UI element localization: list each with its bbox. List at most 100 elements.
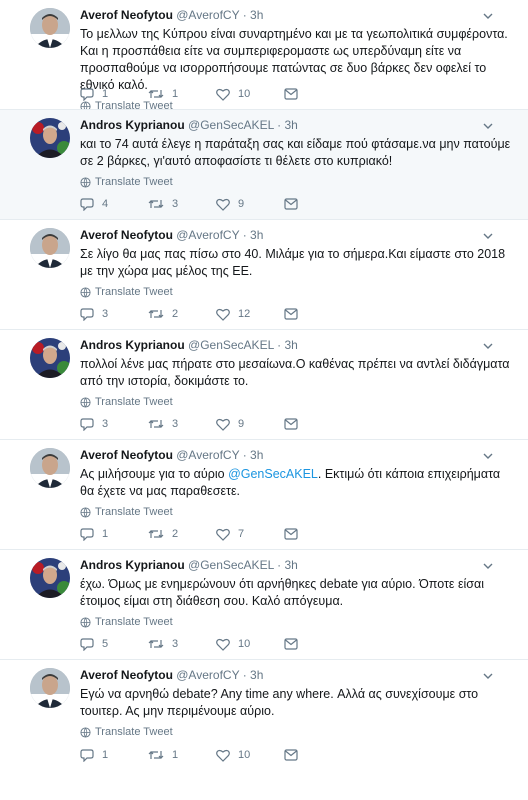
chevron-down-icon[interactable] [482, 670, 494, 682]
tweet[interactable]: Averof Neofytou @AverofCY · 3h Ας μιλήσο… [0, 440, 528, 550]
translate-label: Translate Tweet [95, 176, 173, 188]
translate-tweet-link[interactable]: Translate Tweet [80, 286, 516, 298]
direct-message-button[interactable] [284, 198, 352, 210]
separator-dot: · [277, 338, 282, 352]
reply-button[interactable]: 3 [80, 417, 148, 431]
author-handle[interactable]: @AverofCY [176, 8, 239, 22]
like-button[interactable]: 10 [216, 88, 284, 101]
tweet[interactable]: Averof Neofytou @AverofCY · 3h Το μελλων… [0, 0, 528, 110]
author-name[interactable]: Andros Kyprianou [80, 558, 185, 572]
reply-button[interactable]: 3 [80, 307, 148, 321]
tweet[interactable]: Averof Neofytou @AverofCY · 3h Σε λίγο θ… [0, 220, 528, 330]
author-handle[interactable]: @AverofCY [176, 448, 239, 462]
like-button[interactable]: 10 [216, 638, 284, 651]
tweet[interactable]: Averof Neofytou @AverofCY · 3h Εγώ να αρ… [0, 660, 528, 770]
tweet-text-part: Εγώ να αρνηθώ debate? Any time any where… [80, 687, 479, 718]
direct-message-button[interactable] [284, 528, 352, 540]
chevron-down-icon[interactable] [482, 560, 494, 572]
chevron-down-icon[interactable] [482, 120, 494, 132]
direct-message-button[interactable] [284, 749, 352, 761]
direct-message-button[interactable] [284, 418, 352, 430]
avatar[interactable] [30, 8, 70, 48]
tweet-text-part: Το μελλων της Κύπρου είναι συναρτημένο κ… [80, 27, 508, 92]
retweet-button[interactable]: 3 [148, 637, 216, 651]
translate-tweet-link[interactable]: Translate Tweet [80, 396, 516, 408]
direct-message-button[interactable] [284, 88, 352, 100]
retweet-button[interactable]: 2 [148, 307, 216, 321]
translate-tweet-link[interactable]: Translate Tweet [80, 726, 516, 738]
reply-count: 1 [102, 88, 109, 100]
chevron-down-icon[interactable] [482, 230, 494, 242]
tweet-text: έχω. Όμως με ενημερώνουν ότι αρνήθηκες d… [80, 576, 516, 610]
timestamp[interactable]: 3h [250, 668, 263, 682]
retweet-icon [148, 87, 164, 101]
avatar[interactable] [30, 118, 70, 158]
avatar[interactable] [30, 558, 70, 598]
author-name[interactable]: Andros Kyprianou [80, 118, 185, 132]
tweet-header: Andros Kyprianou @GenSecAKEL · 3h [80, 558, 516, 572]
retweet-button[interactable]: 2 [148, 527, 216, 541]
author-handle[interactable]: @AverofCY [176, 668, 239, 682]
chevron-down-icon[interactable] [482, 10, 494, 22]
retweet-button[interactable]: 1 [148, 748, 216, 762]
avatar[interactable] [30, 228, 70, 268]
mention-link[interactable]: @GenSecAKEL [228, 467, 318, 481]
timestamp[interactable]: 3h [250, 8, 263, 22]
reply-button[interactable]: 5 [80, 637, 148, 651]
tweet-thread: Averof Neofytou @AverofCY · 3h Το μελλων… [0, 0, 528, 770]
reply-button[interactable]: 4 [80, 197, 148, 211]
direct-message-button[interactable] [284, 638, 352, 650]
author-handle[interactable]: @GenSecAKEL [188, 118, 274, 132]
author-handle[interactable]: @AverofCY [176, 228, 239, 242]
retweet-icon [148, 748, 164, 762]
author-name[interactable]: Averof Neofytou [80, 448, 173, 462]
envelope-icon [284, 749, 298, 761]
author-name[interactable]: Averof Neofytou [80, 8, 173, 22]
avatar[interactable] [30, 448, 70, 488]
translate-label: Translate Tweet [95, 616, 173, 628]
translate-tweet-link[interactable]: Translate Tweet [80, 616, 516, 628]
author-name[interactable]: Andros Kyprianou [80, 338, 185, 352]
timestamp[interactable]: 3h [284, 558, 297, 572]
heart-icon [216, 528, 230, 541]
reply-button[interactable]: 1 [80, 87, 148, 101]
like-button[interactable]: 9 [216, 418, 284, 431]
translate-tweet-link[interactable]: Translate Tweet [80, 100, 516, 109]
retweet-button[interactable]: 1 [148, 87, 216, 101]
reply-button[interactable]: 1 [80, 748, 148, 762]
author-handle[interactable]: @GenSecAKEL [188, 558, 274, 572]
tweet[interactable]: Andros Kyprianou @GenSecAKEL · 3h έχω. Ό… [0, 550, 528, 660]
like-button[interactable]: 9 [216, 198, 284, 211]
tweet[interactable]: Andros Kyprianou @GenSecAKEL · 3h πολλοί… [0, 330, 528, 440]
timestamp[interactable]: 3h [284, 118, 297, 132]
chevron-down-icon[interactable] [482, 340, 494, 352]
chevron-down-icon[interactable] [482, 450, 494, 462]
retweet-button[interactable]: 3 [148, 417, 216, 431]
direct-message-button[interactable] [284, 308, 352, 320]
tweet[interactable]: Andros Kyprianou @GenSecAKEL · 3h και το… [0, 110, 528, 220]
avatar[interactable] [30, 338, 70, 378]
globe-icon [80, 616, 91, 628]
reply-icon [80, 527, 94, 541]
heart-icon [216, 749, 230, 762]
reply-icon [80, 748, 94, 762]
author-name[interactable]: Averof Neofytou [80, 228, 173, 242]
avatar[interactable] [30, 668, 70, 708]
tweet-header: Andros Kyprianou @GenSecAKEL · 3h [80, 118, 516, 132]
retweet-icon [148, 417, 164, 431]
retweet-button[interactable]: 3 [148, 197, 216, 211]
reply-button[interactable]: 1 [80, 527, 148, 541]
author-name[interactable]: Averof Neofytou [80, 668, 173, 682]
envelope-icon [284, 198, 298, 210]
retweet-count: 3 [172, 638, 179, 650]
like-button[interactable]: 12 [216, 308, 284, 321]
like-button[interactable]: 7 [216, 528, 284, 541]
tweet-header: Andros Kyprianou @GenSecAKEL · 3h [80, 338, 516, 352]
timestamp[interactable]: 3h [250, 448, 263, 462]
timestamp[interactable]: 3h [284, 338, 297, 352]
author-handle[interactable]: @GenSecAKEL [188, 338, 274, 352]
translate-tweet-link[interactable]: Translate Tweet [80, 506, 516, 518]
like-button[interactable]: 10 [216, 749, 284, 762]
translate-tweet-link[interactable]: Translate Tweet [80, 176, 516, 188]
timestamp[interactable]: 3h [250, 228, 263, 242]
